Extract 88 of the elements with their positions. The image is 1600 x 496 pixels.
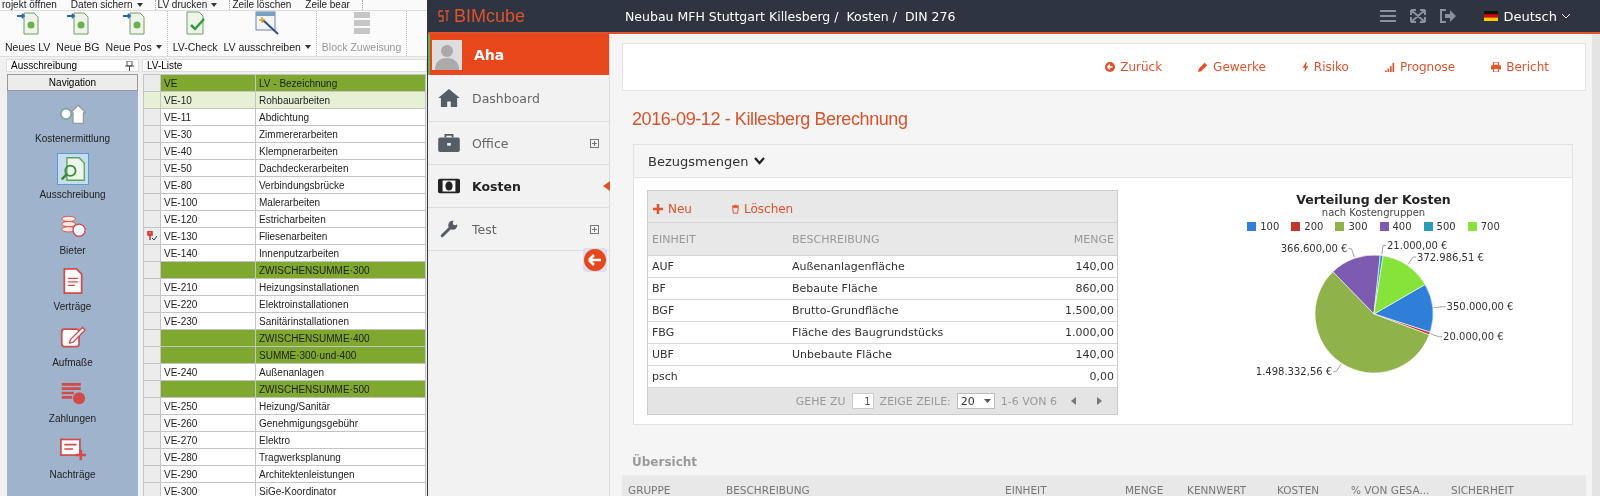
page-title: 2016-09-12 - Killesberg Berechnung — [632, 109, 909, 130]
table-cell: Genehmigungsgebühr — [255, 414, 426, 432]
table-cell: Tragwerksplanung — [255, 448, 426, 466]
table-cell: VE-11 — [160, 108, 256, 126]
data-label: 350.000,00 € — [1446, 301, 1513, 313]
table-cell: VE-80 — [160, 176, 256, 194]
table-cell: Elektro — [255, 431, 426, 449]
column-header: SICHERHEIT — [1451, 484, 1515, 496]
table-cell: VE-290 — [160, 465, 256, 483]
table-cell: VE-270 — [160, 431, 256, 449]
column-header: MENGE — [1072, 232, 1115, 246]
table-cell: VE-100 — [160, 193, 256, 211]
table-cell: Sanitärinstallationen — [255, 312, 426, 330]
column-header: LV - Bezeichnung — [255, 74, 426, 92]
column-header: BESCHREIBUNG — [726, 484, 811, 496]
table-cell-text: psch — [651, 370, 679, 383]
table-cell: VE-260 — [160, 414, 256, 432]
table-cell: Klempnerarbeiten — [255, 142, 426, 160]
table-cell: VE-280 — [160, 448, 256, 466]
table-cell: VE-240 — [160, 363, 256, 381]
data-label: 366.600,00 € — [1280, 243, 1347, 255]
page-range: 1-6 VON 6 — [1000, 394, 1057, 408]
table-cell: Innenputzarbeiten — [255, 244, 426, 262]
table-cell: VE-210 — [160, 278, 256, 296]
chart-subtitle: nach Kostengruppen — [1321, 207, 1426, 218]
table-cell-text: FBG — [651, 326, 676, 339]
table-cell: VE-220 — [160, 295, 256, 313]
table-cell: VE-140 — [160, 244, 256, 262]
table-cell: VE-250 — [160, 397, 256, 415]
column-header: % VON GESA... — [1351, 484, 1431, 496]
table-cell: Dachdeckerarbeiten — [255, 159, 426, 177]
table-cell: Estricharbeiten — [255, 210, 426, 228]
table-cell: Außenanlagen — [255, 363, 426, 381]
legend-label: 700 — [1480, 221, 1500, 232]
table-cell-text: Außenanlagenfläche — [791, 260, 906, 273]
table-cell: VE-40 — [160, 142, 256, 160]
table-cell: Heizung/Sanitär — [255, 397, 426, 415]
table-cell-text: 1.000,00 — [1064, 326, 1115, 339]
data-label: 21.000,00 € — [1386, 240, 1447, 252]
column-header: EINHEIT — [651, 232, 697, 246]
legend-label: 300 — [1348, 221, 1368, 232]
table-cell: Heizungsinstallationen — [255, 278, 426, 296]
panel-title: Ausschreibung — [11, 60, 78, 71]
legend-label: 100 — [1260, 221, 1280, 232]
table-cell: Zimmererarbeiten — [255, 125, 426, 143]
data-label: 1.498.332,56 € — [1255, 366, 1332, 378]
table-cell-text: BGF — [651, 304, 676, 317]
data-label: 372.986,51 € — [1416, 251, 1484, 263]
table-cell-text: AUF — [651, 260, 675, 273]
table-cell-text: Bebaute Fläche — [791, 282, 879, 295]
column-header: GRUPPE — [628, 484, 672, 496]
column-header: KOSTEN — [1277, 484, 1321, 496]
table-cell-text: 860,00 — [1074, 282, 1115, 295]
table-cell-text: 1.500,00 — [1064, 304, 1115, 317]
column-header: BESCHREIBUNG — [791, 232, 881, 246]
column-header: MENGE — [1125, 484, 1165, 496]
legend-label: 200 — [1304, 221, 1324, 232]
table-cell-text: Unbebaute Fläche — [791, 348, 893, 361]
legend-label: 500 — [1436, 221, 1456, 232]
table-cell: Malerarbeiten — [255, 193, 426, 211]
table-cell-text: 140,00 — [1074, 348, 1115, 361]
pager-label: GEHE ZU — [795, 394, 846, 408]
table-cell-text: 140,00 — [1074, 260, 1115, 273]
table-cell: Fliesenarbeiten — [255, 227, 426, 245]
column-header: KENNWERT — [1187, 484, 1248, 496]
table-cell: VE-30 — [160, 125, 256, 143]
table-cell-text: BF — [651, 282, 667, 295]
table-cell-text: 0,00 — [1088, 370, 1115, 383]
panel-title: LV-Liste — [142, 59, 427, 72]
table-cell-text: Brutto-Grundfläche — [791, 304, 900, 317]
table-cell: VE-50 — [160, 159, 256, 177]
table-cell-text: Fläche des Baugrundstücks — [791, 326, 945, 339]
user-name: Aha — [474, 46, 505, 63]
legend-label: 400 — [1392, 221, 1412, 232]
column-header: VE — [160, 74, 256, 92]
table-cell: Architektenleistungen — [255, 465, 426, 483]
table-cell: Elektroinstallationen — [255, 295, 426, 313]
chart-title: Verteilung der Kosten — [1296, 192, 1451, 207]
pager-label: ZEIGE ZEILE: — [879, 394, 951, 408]
table-cell: Abdichtung — [255, 108, 426, 126]
table-cell: VE-230 — [160, 312, 256, 330]
column-header: EINHEIT — [1005, 484, 1048, 496]
table-cell-text: UBF — [651, 348, 675, 361]
table-cell: VE-120 — [160, 210, 256, 228]
section-title: Übersicht — [632, 455, 699, 469]
table-cell: VE-130 — [160, 227, 256, 245]
data-label: 20.000,00 € — [1442, 331, 1504, 343]
table-cell: Verbindungsbrücke — [255, 176, 426, 194]
